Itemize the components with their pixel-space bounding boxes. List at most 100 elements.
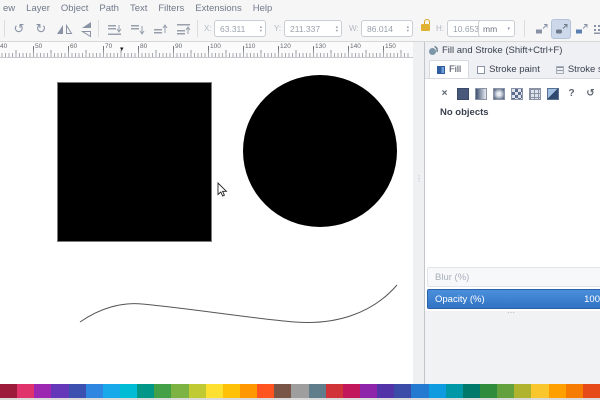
ruler-tick-label: 70 [105,43,112,50]
palette-swatch[interactable] [463,384,480,398]
palette-swatch[interactable] [171,384,188,398]
palette-swatch[interactable] [497,384,514,398]
palette-swatch[interactable] [309,384,326,398]
menu-item-object[interactable]: Object [61,3,88,14]
palette-swatch[interactable] [429,384,446,398]
tab-stroke-paint[interactable]: Stroke paint [469,60,548,78]
palette-swatch[interactable] [394,384,411,398]
tab-label: Fill [449,64,461,75]
palette-swatch[interactable] [411,384,428,398]
lower-step-button[interactable] [127,19,147,39]
tab-fill[interactable]: Fill [429,60,469,78]
swatch-icon[interactable] [529,88,541,100]
menu-item-filters[interactable]: Filters [158,3,184,14]
ruler-tick-label: 130 [315,43,326,50]
palette-swatch[interactable] [549,384,566,398]
palette-swatch[interactable] [137,384,154,398]
spinner-icon[interactable]: ▴▾ [407,25,409,33]
y-field[interactable]: 211.337 ▴▾ [284,20,342,37]
palette-swatch[interactable] [257,384,274,398]
unit-dropdown[interactable]: mm ▾ [478,20,515,37]
resize-handle-icon: ⋯ [507,308,516,317]
palette-swatch[interactable] [274,384,291,398]
unknown-icon[interactable]: ? [565,87,578,100]
lower-to-bottom-button[interactable] [104,19,124,39]
palette-swatch[interactable] [34,384,51,398]
h-field-label: H: [436,24,444,33]
mesh-gradient-icon[interactable] [547,88,559,100]
palette-swatch[interactable] [480,384,497,398]
undo-button[interactable]: ↺ [9,19,29,39]
horizontal-ruler[interactable]: ▾ 405060708090100110120130140150 [0,42,413,58]
palette-swatch[interactable] [360,384,377,398]
tab-stroke-style[interactable]: Stroke style [548,60,600,78]
menu-item-layer[interactable]: Layer [26,3,50,14]
status-text: No objects [440,107,489,118]
palette-swatch[interactable] [343,384,360,398]
palette-swatch[interactable] [120,384,137,398]
affect-stroke-toggle[interactable] [531,19,551,39]
menu-item-extensions[interactable]: Extensions [195,3,241,14]
palette-swatch[interactable] [240,384,257,398]
redo-button[interactable]: ↻ [31,19,51,39]
palette-swatch[interactable] [291,384,308,398]
affect-gradients-toggle[interactable] [571,19,591,39]
w-field[interactable]: 86.014 ▴▾ [361,20,413,37]
bezier-curve-object[interactable] [0,58,413,384]
linear-gradient-icon[interactable] [475,88,487,100]
palette-swatch[interactable] [446,384,463,398]
palette-swatch[interactable] [17,384,34,398]
palette-swatch[interactable] [326,384,343,398]
affect-corners-toggle[interactable] [551,19,571,39]
spinner-icon[interactable]: ▴▾ [260,25,262,33]
fill-tab-icon [437,66,445,74]
drawing-canvas[interactable] [0,58,413,384]
palette-swatch[interactable] [103,384,120,398]
raise-to-top-button[interactable] [173,19,193,39]
spinner-icon[interactable]: ▴▾ [336,25,338,33]
ruler-tick-label: 140 [350,43,361,50]
palette-swatch[interactable] [69,384,86,398]
no-paint-icon[interactable]: × [438,87,451,100]
ruler-tick-label: 40 [0,43,7,50]
toolbar-separator [524,20,525,37]
color-palette [0,384,600,398]
panel-resize-gutter[interactable]: ⋮ [413,42,424,384]
menu-item-ew[interactable]: ew [3,3,15,14]
palette-swatch[interactable] [86,384,103,398]
flip-vertical-button[interactable] [76,19,96,39]
palette-swatch[interactable] [531,384,548,398]
palette-swatch[interactable] [514,384,531,398]
stroke-style-tab-icon [556,66,564,74]
raise-step-button[interactable] [150,19,170,39]
toolbar-separator [98,20,99,37]
flip-horizontal-button[interactable] [54,19,74,39]
fill-tab-content: ×? ↺ No objects [425,79,600,267]
swap-icon[interactable]: ↺ [584,87,597,100]
opacity-slider[interactable]: Opacity (%) 100 [427,289,600,309]
pattern-icon[interactable] [511,88,523,100]
toolbar-separator [197,20,198,37]
menu-item-help[interactable]: Help [253,3,273,14]
radial-gradient-icon[interactable] [493,88,505,100]
palette-swatch[interactable] [154,384,171,398]
palette-swatch[interactable] [189,384,206,398]
panel-title-text: Fill and Stroke (Shift+Ctrl+F) [442,45,562,56]
blur-slider[interactable]: Blur (%) [427,267,600,287]
palette-swatch[interactable] [377,384,394,398]
x-field[interactable]: 63.311 ▴▾ [214,20,266,37]
palette-swatch[interactable] [51,384,68,398]
menu-item-text[interactable]: Text [130,3,147,14]
palette-swatch[interactable] [223,384,240,398]
flat-color-icon[interactable] [457,88,469,100]
palette-swatch[interactable] [583,384,600,398]
ruler-tick-label: 80 [140,43,147,50]
tab-label: Stroke style [568,64,600,75]
affect-patterns-toggle[interactable] [589,19,600,39]
palette-swatch[interactable] [0,384,17,398]
palette-swatch[interactable] [206,384,223,398]
menu-item-path[interactable]: Path [99,3,119,14]
palette-swatch[interactable] [566,384,583,398]
y-field-label: Y: [274,24,281,33]
lock-ratio-icon[interactable] [421,24,430,31]
